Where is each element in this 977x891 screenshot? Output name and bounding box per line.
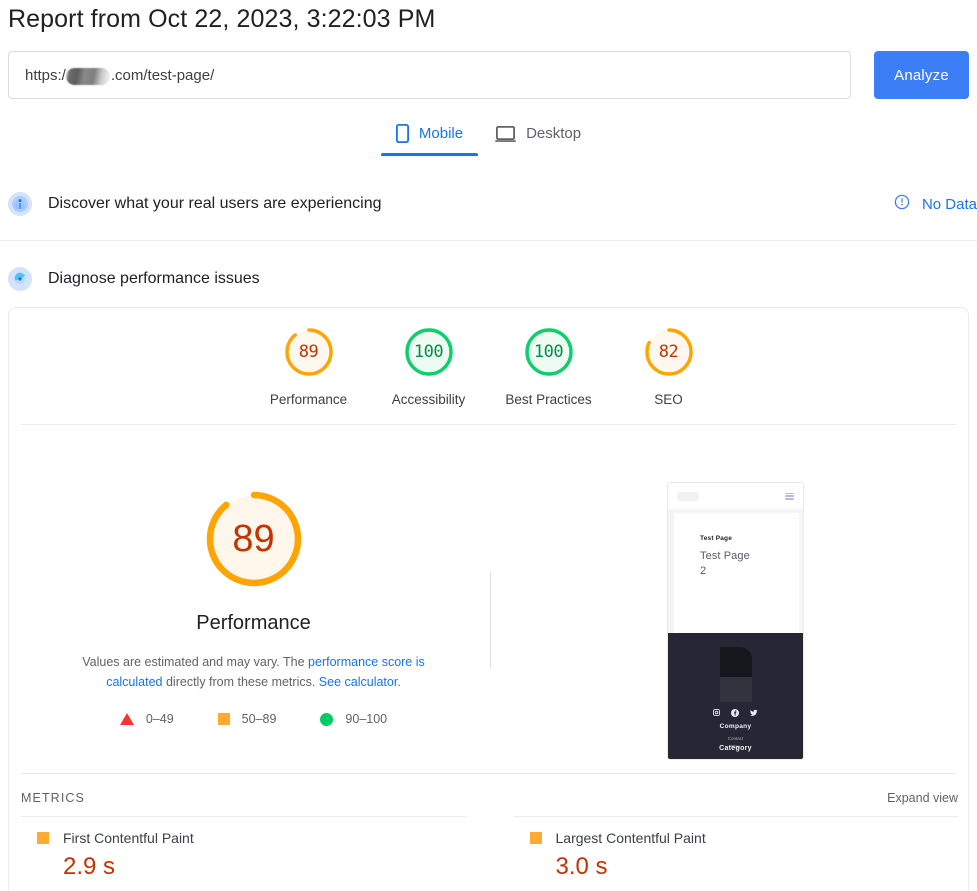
thumbnail-hero: Test Page Test Page 2 [674, 513, 799, 635]
metrics-header: METRICS Expand view [21, 780, 958, 816]
square-icon [217, 713, 230, 725]
tab-desktop-label: Desktop [526, 125, 582, 142]
thumbnail-social-icons [668, 709, 803, 717]
no-data-status[interactable]: No Data [894, 186, 977, 222]
legend-item-good: 90–100 [320, 712, 387, 726]
url-prefix: https:/ [25, 66, 66, 84]
thumbnail-heading-small: Test Page [700, 535, 733, 542]
metric-first-contentful-paint[interactable]: First Contentful Paint 2.9 s [21, 816, 466, 891]
best-practices-score-label: Best Practices [505, 392, 592, 407]
accessibility-score-label: Accessibility [391, 392, 466, 407]
metric-value-fcp: 2.9 s [63, 853, 116, 880]
device-tabs: Mobile Desktop [0, 124, 977, 156]
thumbnail-footer-link-contact: Contact [727, 736, 744, 741]
section-divider [0, 240, 977, 241]
score-gauge-seo[interactable]: 82 SEO [609, 324, 729, 407]
accessibility-score-value: 100 [413, 342, 444, 362]
metric-value-lcp: 3.0 s [555, 853, 608, 880]
url-suffix: .com/test-page/ [110, 66, 215, 84]
description-text-1: Values are estimated and may vary. The [82, 655, 309, 669]
metric-rating-square-icon [529, 832, 542, 844]
thumbnail-logo [677, 491, 699, 501]
page-screenshot-thumbnail[interactable]: Test Page Test Page 2 Company Contact Bl… [667, 482, 804, 760]
best-practices-ring: 100 [521, 324, 577, 380]
performance-description: Values are estimated and may vary. The p… [21, 652, 486, 692]
lab-data-title: Diagnose performance issues [48, 270, 260, 287]
instagram-icon [713, 709, 720, 717]
metric-name-fcp: First Contentful Paint [63, 830, 194, 846]
thumbnail-topbar [668, 483, 803, 509]
hamburger-menu-icon [785, 492, 794, 500]
card-divider-top [21, 424, 956, 425]
pagespeed-report-page: Report from Oct 22, 2023, 3:22:03 PM htt… [0, 0, 977, 891]
url-analyze-row: https:/ .com/test-page/ Analyze [8, 51, 969, 99]
performance-large-label: Performance [196, 612, 311, 634]
metrics-title: METRICS [21, 791, 85, 805]
tab-desktop[interactable]: Desktop [479, 124, 597, 156]
description-text-2: directly from these metrics. [162, 675, 319, 689]
no-data-label: No Data [921, 195, 977, 213]
tab-mobile-label: Mobile [418, 125, 464, 142]
analyze-button[interactable]: Analyze [874, 51, 969, 99]
metrics-grid: First Contentful Paint 2.9 s Largest Con… [21, 816, 958, 891]
performance-large-gauge: 89 [203, 488, 305, 590]
field-data-title: Discover what your real users are experi… [48, 195, 382, 212]
accessibility-ring: 100 [401, 324, 457, 380]
results-card: 89 Performance 100 Accessibility 100 Bes… [8, 307, 969, 891]
score-gauge-best-practices[interactable]: 100 Best Practices [489, 324, 609, 407]
legend-item-average: 50–89 [217, 712, 277, 726]
metric-name-lcp: Largest Contentful Paint [555, 830, 706, 846]
seo-score-label: SEO [654, 392, 683, 407]
score-gauge-performance[interactable]: 89 Performance [249, 324, 369, 407]
thumbnail-footer-company: Company [719, 723, 752, 730]
circle-icon [320, 712, 334, 726]
desktop-icon [495, 125, 517, 142]
card-divider-metrics [21, 773, 956, 774]
performance-score-value: 89 [298, 342, 319, 362]
thumbnail-brand-mark [719, 647, 752, 702]
metric-largest-contentful-paint[interactable]: Largest Contentful Paint 3.0 s [513, 816, 958, 891]
legend-range-poor: 0–49 [145, 712, 174, 726]
info-icon [894, 194, 910, 214]
metrics-column-left: First Contentful Paint 2.9 s [21, 816, 490, 891]
category-score-gauges: 89 Performance 100 Accessibility 100 Bes… [9, 324, 968, 407]
real-users-icon [8, 192, 32, 216]
see-calculator-link[interactable]: See calculator. [319, 675, 401, 689]
performance-summary: 89 Performance Values are estimated and … [21, 488, 486, 726]
thumbnail-heading-large: Test Page 2 [700, 549, 799, 579]
triangle-icon [119, 713, 134, 725]
seo-ring: 82 [641, 324, 697, 380]
best-practices-score-value: 100 [533, 342, 564, 362]
field-data-section-header: Discover what your real users are experi… [0, 186, 977, 222]
thumbnail-footer: Company Contact Blog Category [668, 633, 803, 759]
page-title: Report from Oct 22, 2023, 3:22:03 PM [8, 5, 436, 33]
facebook-icon [731, 709, 739, 717]
lab-data-section-header: Diagnose performance issues [0, 261, 977, 297]
thumbnail-heading-line2: 2 [700, 565, 707, 577]
url-input[interactable]: https:/ .com/test-page/ [8, 51, 851, 99]
expand-view-button[interactable]: Expand view [887, 791, 958, 805]
tab-mobile[interactable]: Mobile [380, 124, 479, 156]
thumbnail-footer-category: Category [719, 745, 752, 752]
metric-rating-square-icon [37, 832, 49, 844]
vertical-divider [490, 571, 491, 669]
score-gauge-accessibility[interactable]: 100 Accessibility [369, 324, 489, 407]
twitter-icon [750, 709, 758, 717]
performance-score-label: Performance [269, 392, 348, 407]
mobile-icon [395, 124, 409, 143]
seo-score-value: 82 [658, 342, 679, 362]
legend-range-average: 50–89 [241, 712, 277, 726]
diagnose-icon [8, 267, 32, 291]
metrics-column-right: Largest Contentful Paint 3.0 s [490, 816, 958, 891]
performance-ring: 89 [281, 324, 337, 380]
legend-range-good: 90–100 [345, 712, 388, 726]
redacted-domain [65, 67, 110, 85]
score-legend: 0–49 50–89 90–100 [21, 712, 486, 726]
performance-large-score: 89 [232, 517, 275, 560]
thumbnail-heading-line1: Test Page [700, 550, 750, 562]
legend-item-poor: 0–49 [119, 712, 174, 726]
